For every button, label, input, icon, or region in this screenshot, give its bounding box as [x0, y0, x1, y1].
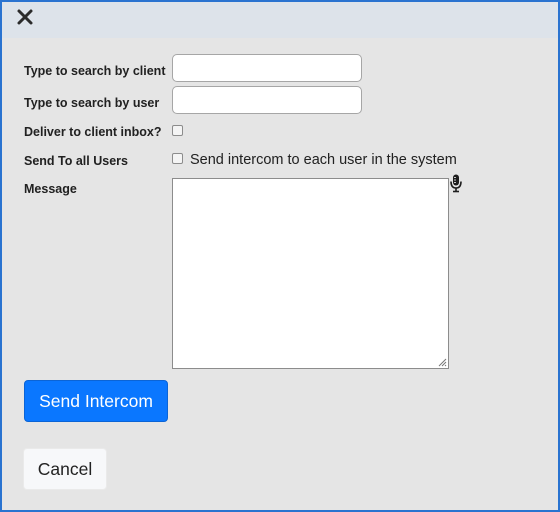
microphone-icon[interactable] [450, 174, 462, 193]
message-label: Message [24, 182, 77, 196]
deliver-inbox-label: Deliver to client inbox? [24, 125, 162, 139]
intercom-dialog: Type to search by client Type to search … [0, 0, 560, 512]
client-search-input[interactable] [172, 54, 362, 82]
client-search-label: Type to search by client [24, 64, 166, 78]
dialog-titlebar [2, 2, 558, 38]
deliver-inbox-checkbox[interactable] [172, 125, 183, 136]
send-all-checkbox[interactable] [172, 153, 183, 164]
user-search-input[interactable] [172, 86, 362, 114]
send-all-description: Send intercom to each user in the system [190, 152, 457, 168]
message-textarea[interactable] [172, 178, 449, 369]
cancel-button[interactable]: Cancel [23, 448, 107, 490]
resize-grip-icon[interactable] [437, 357, 447, 367]
close-icon[interactable] [16, 8, 34, 26]
send-intercom-button[interactable]: Send Intercom [24, 380, 168, 422]
send-all-label: Send To all Users [24, 154, 128, 168]
user-search-label: Type to search by user [24, 96, 160, 110]
